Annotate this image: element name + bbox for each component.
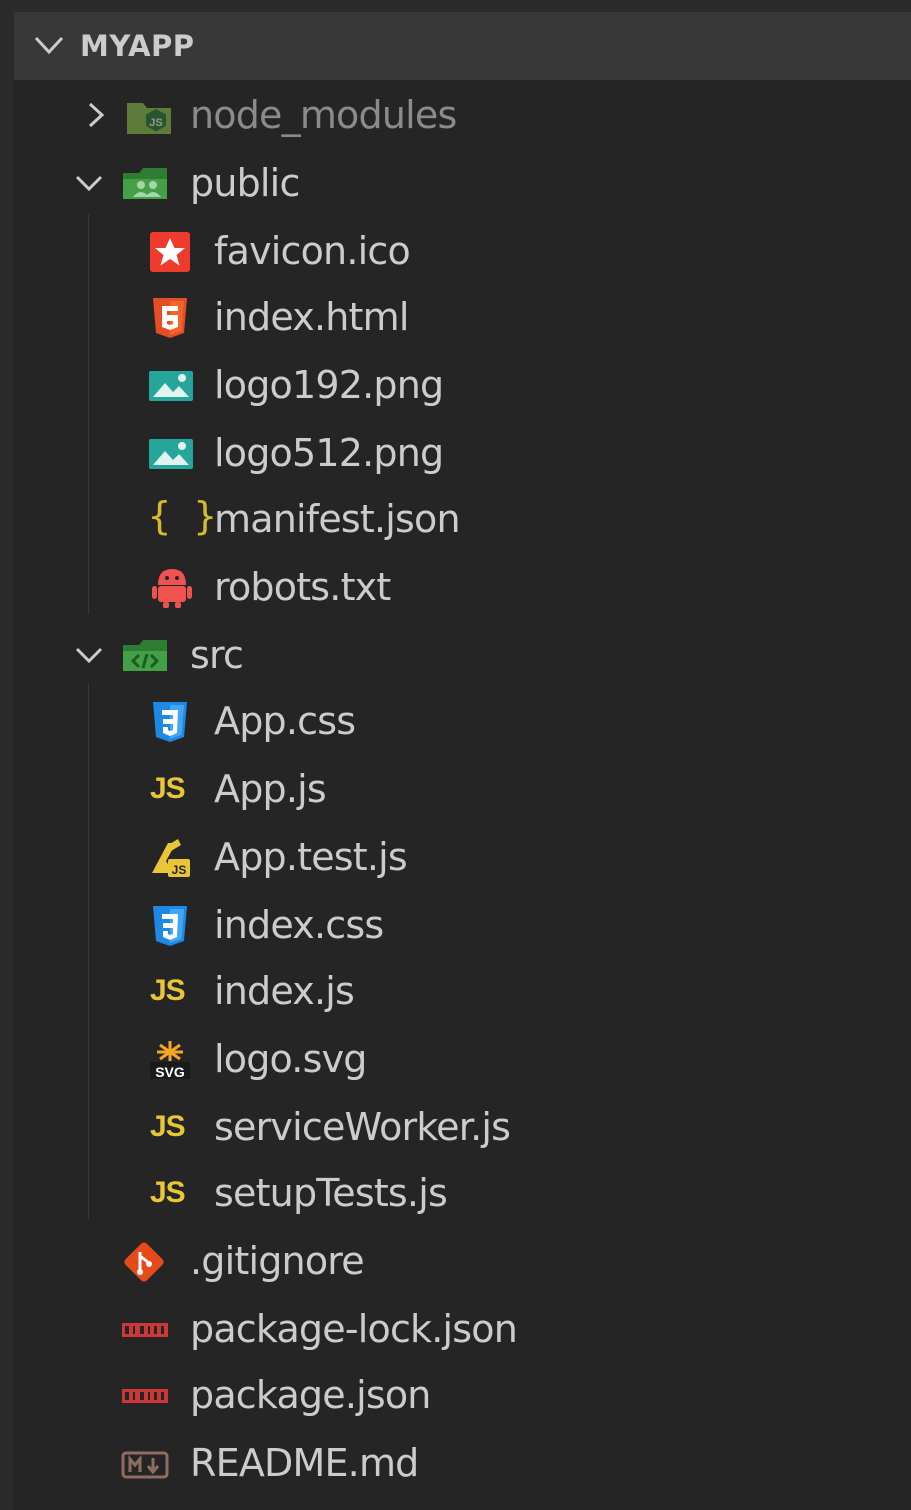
tree-item-logo-svg[interactable]: SVG logo.svg	[14, 1026, 911, 1092]
tree-item-app-js[interactable]: JS App.js	[14, 756, 911, 822]
git-icon	[124, 1242, 164, 1282]
svg-text:JS: JS	[172, 863, 187, 877]
tree-item-label: package.json	[190, 1373, 431, 1417]
tree-item-label: App.css	[214, 699, 356, 743]
explorer-section-header[interactable]: MYAPP	[14, 12, 911, 80]
src-folder-icon	[123, 640, 167, 671]
tree-item-setuptests-js[interactable]: JS setupTests.js	[14, 1160, 911, 1226]
window-frame: MYAPP JS node_modules public favicon.ico…	[0, 0, 911, 1510]
javascript-icon: JS	[150, 1110, 186, 1143]
npm-icon	[122, 1323, 168, 1337]
public-folder-icon	[123, 168, 167, 199]
javascript-icon: JS	[150, 772, 186, 805]
css3-icon	[153, 702, 187, 742]
tree-item-label: package-lock.json	[190, 1307, 518, 1351]
tree-item-index-html[interactable]: index.html	[14, 284, 911, 350]
tree-item-label: manifest.json	[214, 497, 461, 541]
chevron-down-icon[interactable]	[74, 168, 104, 198]
tree-item-package-lock-json[interactable]: package-lock.json	[14, 1296, 911, 1362]
tree-item-app-css[interactable]: App.css	[14, 688, 911, 754]
tree-item-label: node_modules	[190, 93, 457, 137]
tree-item-label: README.md	[190, 1441, 419, 1485]
tree-item-label: public	[190, 161, 300, 205]
tree-item-favicon-ico[interactable]: favicon.ico	[14, 218, 911, 284]
tree-item-manifest-json[interactable]: { } manifest.json	[14, 486, 911, 552]
tree-item-label: logo192.png	[214, 363, 444, 407]
tree-item-logo192-png[interactable]: logo192.png	[14, 352, 911, 418]
svg-icon: SVG	[150, 1041, 190, 1080]
robot-icon	[152, 569, 192, 608]
tree-item-label: serviceWorker.js	[214, 1105, 511, 1149]
tree-item-label: favicon.ico	[214, 229, 411, 273]
tree-item-label: setupTests.js	[214, 1171, 448, 1215]
tree-item-node-modules[interactable]: JS node_modules	[14, 82, 911, 148]
tree-item-label: index.css	[214, 903, 384, 947]
chevron-down-icon[interactable]	[32, 32, 66, 58]
npm-icon	[122, 1389, 168, 1403]
image-icon	[149, 439, 193, 469]
tree-item-public[interactable]: public	[14, 150, 911, 216]
tree-item-robots-txt[interactable]: robots.txt	[14, 554, 911, 620]
tree-item-gitignore[interactable]: .gitignore	[14, 1228, 911, 1294]
tree-item-label: App.test.js	[214, 835, 408, 879]
tree-item-label: index.html	[214, 295, 409, 339]
tree-item-index-css[interactable]: index.css	[14, 892, 911, 958]
tree-item-label: logo512.png	[214, 431, 444, 475]
css3-icon	[153, 906, 187, 946]
tree-item-src[interactable]: src	[14, 622, 911, 688]
tree-item-serviceworker-js[interactable]: JS serviceWorker.js	[14, 1094, 911, 1160]
tree-item-label: src	[190, 633, 244, 677]
chevron-right-icon[interactable]	[80, 100, 110, 130]
tree-item-label: index.js	[214, 969, 355, 1013]
tree-item-index-js[interactable]: JS index.js	[14, 958, 911, 1024]
markdown-icon	[121, 1451, 169, 1479]
test-js-icon: JS	[152, 839, 190, 877]
javascript-icon: JS	[150, 974, 186, 1007]
explorer-panel: MYAPP JS node_modules public favicon.ico…	[14, 12, 911, 1510]
tree-item-app-test-js[interactable]: JS App.test.js	[14, 824, 911, 890]
svg-text:SVG: SVG	[155, 1064, 185, 1080]
chevron-down-icon[interactable]	[74, 640, 104, 670]
javascript-icon: JS	[150, 1176, 186, 1209]
tree-item-logo512-png[interactable]: logo512.png	[14, 420, 911, 486]
nodejs-folder-icon: JS	[127, 103, 171, 134]
tree-item-package-json[interactable]: package.json	[14, 1362, 911, 1428]
tree-item-label: logo.svg	[214, 1037, 367, 1081]
tree-item-readme-md[interactable]: README.md	[14, 1430, 911, 1496]
svg-text:JS: JS	[149, 117, 162, 129]
tree-item-label: .gitignore	[190, 1239, 365, 1283]
json-braces-icon: { }	[148, 494, 217, 538]
image-icon	[149, 371, 193, 401]
tree-item-label: robots.txt	[214, 565, 391, 609]
html5-icon	[153, 298, 187, 338]
explorer-section-title: MYAPP	[80, 29, 195, 63]
tree-item-label: App.js	[214, 767, 327, 811]
favicon-icon	[150, 232, 190, 272]
